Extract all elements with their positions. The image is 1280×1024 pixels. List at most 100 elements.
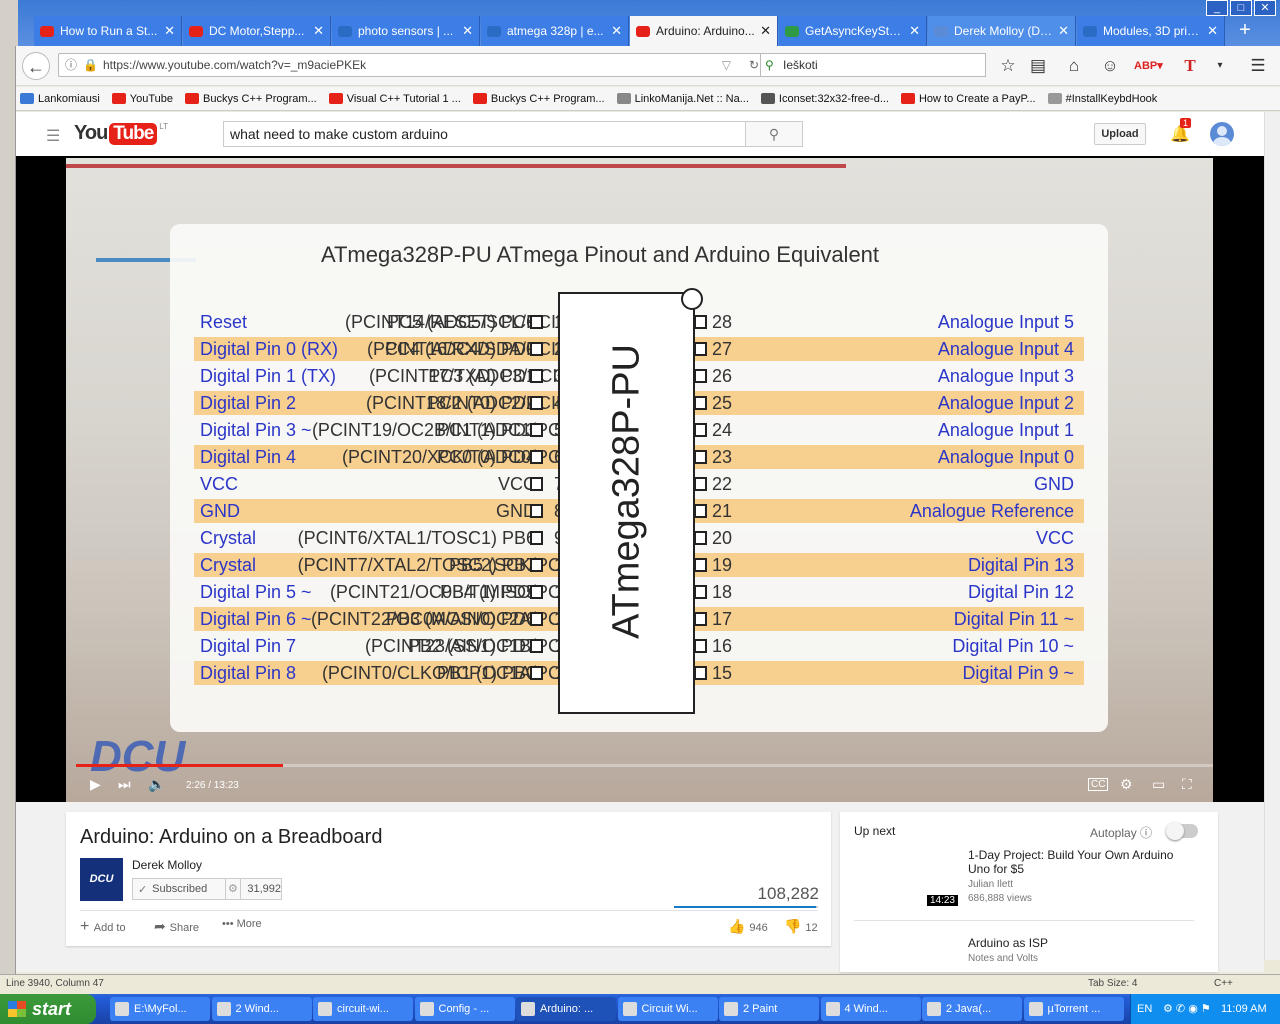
reading-list-icon[interactable]: ▤ [1026, 54, 1050, 78]
taskbar-item[interactable]: µTorrent ... [1023, 997, 1124, 1021]
avatar[interactable] [1210, 122, 1234, 146]
adblock-icon[interactable]: ABP▾ [1134, 54, 1163, 78]
subscribe-button[interactable]: ✓ Subscribed ⚙ 31,992 [132, 878, 282, 900]
taskbar-item[interactable]: circuit-wi... [313, 997, 413, 1021]
next-icon[interactable]: ⏭ [118, 776, 131, 793]
close-icon[interactable]: ✕ [1058, 23, 1069, 39]
search-input[interactable]: ⚲ Ieškoti [760, 53, 986, 77]
back-button[interactable]: ← [22, 52, 50, 80]
close-icon[interactable]: ✕ [1207, 23, 1218, 39]
menu-icon[interactable]: ☰ [1246, 54, 1270, 78]
youtube-search-input[interactable]: what need to make custom arduino [223, 121, 746, 147]
editor-left-strip [0, 30, 16, 974]
tray-icons[interactable]: ⚙ ✆ ◉ ⚑ [1163, 994, 1211, 1024]
channel-logo[interactable]: DCU [80, 858, 123, 901]
reload-icon[interactable]: ↻ [749, 54, 759, 76]
home-icon[interactable]: ⌂ [1062, 54, 1086, 78]
maximize-icon[interactable]: □ [1230, 0, 1252, 16]
chevron-down-icon[interactable]: ▾ [1208, 54, 1232, 78]
tab-size[interactable]: Tab Size: 4 [1088, 978, 1137, 989]
youtube-logo[interactable]: You Tube LT [74, 122, 168, 145]
tab-1[interactable]: DC Motor,Stepp... ✕ [183, 16, 331, 46]
url-bar[interactable]: ⓘ 🔒 https://www.youtube.com/watch?v=_m9a… [58, 53, 768, 77]
app-icon [622, 1002, 637, 1016]
subscriber-count: 31,992 [247, 883, 281, 895]
thumbs-down-icon: 👎 [784, 918, 806, 934]
taskbar-item[interactable]: 4 Wind... [820, 997, 921, 1021]
language-mode[interactable]: C++ [1214, 978, 1233, 989]
tab-3[interactable]: atmega 328p | e... ✕ [481, 16, 629, 46]
tab-2[interactable]: photo sensors | ... ✕ [332, 16, 480, 46]
progress-bar[interactable] [76, 764, 1213, 767]
taskbar-item[interactable]: 2 Paint [719, 997, 819, 1021]
fullscreen-icon[interactable]: ⛶ [1182, 776, 1192, 793]
dislike-button[interactable]: 👎 12 [784, 918, 818, 935]
bookmark-item[interactable]: YouTube [111, 93, 173, 105]
close-icon[interactable]: ✕ [611, 23, 622, 39]
close-icon[interactable]: ✕ [164, 23, 175, 39]
pinout-card: ATmega328P-PU ATmega Pinout and Arduino … [170, 224, 1108, 732]
gear-icon[interactable]: ⚙ [226, 879, 242, 899]
chevron-down-icon[interactable]: ▽ [722, 54, 731, 76]
bookmark-item[interactable]: Buckys C++ Program... [472, 93, 605, 105]
more-button[interactable]: ••• More [222, 918, 262, 930]
bookmark-item[interactable]: #InstallKeybdHook [1047, 93, 1157, 105]
add-to-button[interactable]: + Add to [80, 918, 126, 936]
play-icon[interactable]: ▶ [90, 776, 101, 793]
tab-4[interactable]: Arduino: Arduino... ✕ [630, 16, 778, 46]
taskbar-item[interactable]: Config - ... [414, 997, 515, 1021]
taskbar-item[interactable]: E:\MyFol... [110, 997, 210, 1021]
start-button[interactable]: start [0, 994, 96, 1024]
taskbar-item[interactable]: 2 Java(... [922, 997, 1022, 1021]
video-thumbnail[interactable]: 14:23 [854, 848, 960, 908]
video-thumbnail[interactable] [854, 936, 960, 972]
bookmark-item[interactable]: Iconset:32x32-free-d... [760, 93, 889, 105]
page-scrollbar[interactable] [1264, 112, 1280, 960]
bookmark-item[interactable]: Lankomiausi [20, 93, 100, 105]
bookmark-item[interactable]: Visual C++ Tutorial 1 ... [328, 93, 461, 105]
lock-icon: 🔒 [83, 58, 98, 72]
share-button[interactable]: ➦ Share [154, 918, 199, 935]
bookmark-item[interactable]: Buckys C++ Program... [185, 93, 317, 105]
language-indicator[interactable]: EN [1137, 994, 1152, 1024]
star-icon[interactable]: ☆ [996, 54, 1020, 78]
tab-0[interactable]: How to Run a St... ✕ [34, 16, 182, 46]
video-player[interactable]: ATmega328P-PU ATmega Pinout and Arduino … [16, 156, 1264, 802]
translate-icon[interactable]: T [1178, 54, 1202, 78]
volume-icon[interactable]: 🔈 [148, 776, 165, 793]
tab-7[interactable]: Modules, 3D prin... ✕ [1077, 16, 1225, 46]
arduino-name-right: VCC [1035, 528, 1074, 548]
taskbar-item[interactable]: 2 Wind... [211, 997, 312, 1021]
close-icon[interactable]: ✕ [760, 23, 771, 39]
tab-6[interactable]: Derek Molloy (DCU) C... ✕ [928, 16, 1076, 46]
theater-mode-icon[interactable]: ▭ [1152, 776, 1165, 793]
autoplay-toggle[interactable] [1166, 822, 1198, 840]
pin-pad-right [694, 477, 707, 491]
info-icon[interactable]: ⓘ [65, 54, 77, 76]
bookmark-item[interactable]: LinkoManija.Net :: Na... [616, 93, 749, 105]
arduino-name-left: Digital Pin 3 ~ [200, 420, 312, 440]
hamburger-icon[interactable]: ☰ [46, 126, 60, 146]
close-icon[interactable]: ✕ [462, 23, 473, 39]
close-icon[interactable]: ✕ [909, 23, 920, 39]
new-tab-button[interactable]: + [1232, 16, 1258, 46]
minimize-icon[interactable]: _ [1206, 0, 1228, 16]
close-icon[interactable]: ✕ [1254, 0, 1276, 16]
like-button[interactable]: 👍 946 [728, 918, 768, 935]
arduino-name-left: Digital Pin 8 [200, 663, 297, 683]
close-icon[interactable]: ✕ [313, 23, 324, 39]
captions-icon[interactable]: CC [1088, 778, 1109, 791]
gear-icon[interactable]: ⚙ [1120, 776, 1133, 793]
up-next-views: 686,888 views [968, 893, 1032, 904]
tab-5[interactable]: GetAsyncKeySta... ✕ [779, 16, 927, 46]
taskbar-item[interactable]: Arduino: ... [516, 997, 616, 1021]
channel-name[interactable]: Derek Molloy [132, 858, 202, 872]
up-next-title[interactable]: Arduino as ISP [968, 936, 1188, 950]
up-next-title[interactable]: 1-Day Project: Build Your Own Arduino Un… [968, 848, 1188, 876]
video-frame[interactable]: ATmega328P-PU ATmega Pinout and Arduino … [66, 158, 1213, 802]
bookmark-item[interactable]: How to Create a PayP... [900, 93, 1036, 105]
youtube-search-button[interactable]: ⚲ [745, 121, 803, 147]
upload-button[interactable]: Upload [1094, 123, 1146, 145]
taskbar-item[interactable]: Circuit Wi... [617, 997, 718, 1021]
chat-icon[interactable]: ☺ [1098, 54, 1122, 78]
